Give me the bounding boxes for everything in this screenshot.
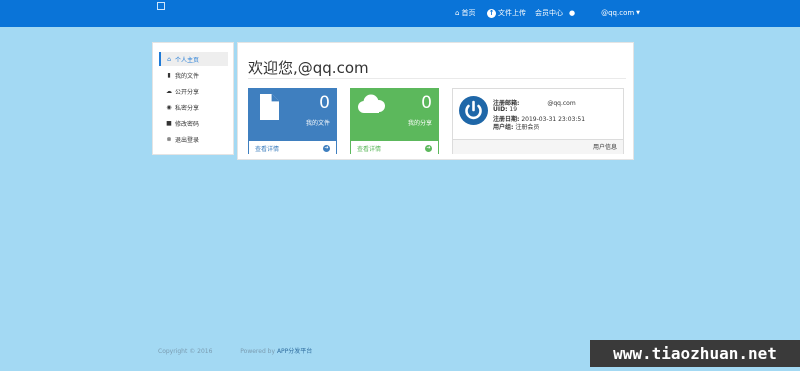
sidebar-item-change-password[interactable]: ■ 修改密码 (159, 116, 228, 130)
site-logo[interactable] (157, 2, 165, 10)
upload-icon: ↑ (487, 9, 496, 18)
sidebar-item-label: 退出登录 (175, 136, 200, 144)
sidebar-item-label: 公开分享 (175, 88, 200, 96)
caret-down-icon: ▼ (636, 10, 641, 16)
user-info-body: 注册邮箱: @qq.com UID: 19 注册日期: 2019-03-31 2… (453, 89, 623, 139)
my-shares-card: 0 我的分享 查看详情 ➜ (350, 88, 439, 155)
nav-account-dropdown[interactable]: ● @qq.com ▼ (569, 8, 640, 19)
user-info-card: 注册邮箱: @qq.com UID: 19 注册日期: 2019-03-31 2… (452, 88, 624, 154)
sidebar-item-label: 私密分享 (175, 104, 200, 112)
file-icon: ▮ (167, 71, 171, 79)
my-files-count: 0 (319, 93, 330, 113)
lock-icon: ■ (166, 119, 172, 127)
powered-by-text: Powered by (240, 348, 276, 355)
sidebar-item-logout[interactable]: ⊗ 退出登录 (159, 132, 228, 146)
my-shares-card-header: 0 我的分享 (351, 89, 438, 141)
group-label: 用户组: (493, 124, 514, 131)
page-footer: Copyright © 2016 Powered by APP分发平台 (158, 346, 312, 355)
arrow-right-icon: ➜ (323, 144, 330, 152)
my-files-label: 我的文件 (305, 120, 330, 127)
user-group-row: 用户组: 注册会员 (493, 122, 539, 131)
nav-home-label: 首页 (461, 9, 476, 17)
nav-member-center[interactable]: 会员中心 (535, 8, 563, 19)
my-files-details-link[interactable]: 查看详情 ➜ (249, 141, 336, 155)
nav-account-label: @qq.com (601, 9, 635, 17)
sidebar-item-home[interactable]: ⌂ 个人主页 (159, 52, 228, 66)
email-value: @qq.com (547, 100, 576, 107)
my-shares-count: 0 (421, 93, 432, 113)
nav-upload[interactable]: ↑ 文件上传 (487, 8, 526, 19)
nav-home[interactable]: ⌂ 首页 (455, 8, 475, 19)
my-files-card-header: 0 我的文件 (249, 89, 336, 141)
cloud-icon: ☁ (166, 87, 172, 95)
nav-member-center-label: 会员中心 (535, 9, 563, 17)
user-info-footer: 用户信息 (453, 139, 623, 154)
sidebar-item-label: 我的文件 (175, 72, 200, 80)
my-shares-details-link[interactable]: 查看详情 ➜ (351, 141, 438, 155)
file-icon (260, 94, 279, 120)
title-divider (248, 78, 626, 79)
sidebar-item-public-share[interactable]: ☁ 公开分享 (159, 84, 228, 98)
uid-value: 19 (509, 106, 518, 113)
my-shares-label: 我的分享 (407, 120, 432, 127)
nav-upload-label: 文件上传 (498, 9, 526, 17)
copyright-text: Copyright © 2016 (158, 348, 213, 355)
page-title: 欢迎您,@qq.com (248, 59, 369, 77)
user-icon: ● (569, 9, 576, 17)
details-link-label: 查看详情 (357, 145, 382, 153)
logout-icon: ⊗ (166, 135, 172, 143)
arrow-right-icon: ➜ (425, 144, 432, 152)
main-panel: 欢迎您,@qq.com 0 我的文件 查看详情 ➜ 0 我的分享 查看详情 ➜ … (237, 42, 634, 160)
home-icon: ⌂ (167, 55, 171, 63)
sidebar-item-my-files[interactable]: ▮ 我的文件 (159, 68, 228, 82)
uid-label: UID: (493, 106, 508, 113)
user-uid-row: UID: 19 (493, 106, 517, 113)
sidebar-item-label: 个人主页 (175, 56, 200, 64)
cloud-icon (358, 94, 385, 113)
sidebar: ⌂ 个人主页 ▮ 我的文件 ☁ 公开分享 ◉ 私密分享 ■ 修改密码 ⊗ 退出登… (152, 42, 234, 155)
details-link-label: 查看详情 (255, 145, 280, 153)
group-value: 注册会员 (515, 124, 540, 131)
platform-link[interactable]: APP分发平台 (277, 348, 312, 355)
eye-icon: ◉ (166, 103, 172, 111)
my-files-card: 0 我的文件 查看详情 ➜ (248, 88, 337, 155)
home-icon: ⌂ (455, 9, 460, 17)
power-icon (459, 96, 488, 125)
top-navbar: ⌂ 首页 ↑ 文件上传 会员中心 ● @qq.com ▼ (0, 0, 800, 27)
sidebar-item-label: 修改密码 (175, 120, 200, 128)
watermark: www.tiaozhuan.net (590, 340, 800, 367)
sidebar-item-private-share[interactable]: ◉ 私密分享 (159, 100, 228, 114)
